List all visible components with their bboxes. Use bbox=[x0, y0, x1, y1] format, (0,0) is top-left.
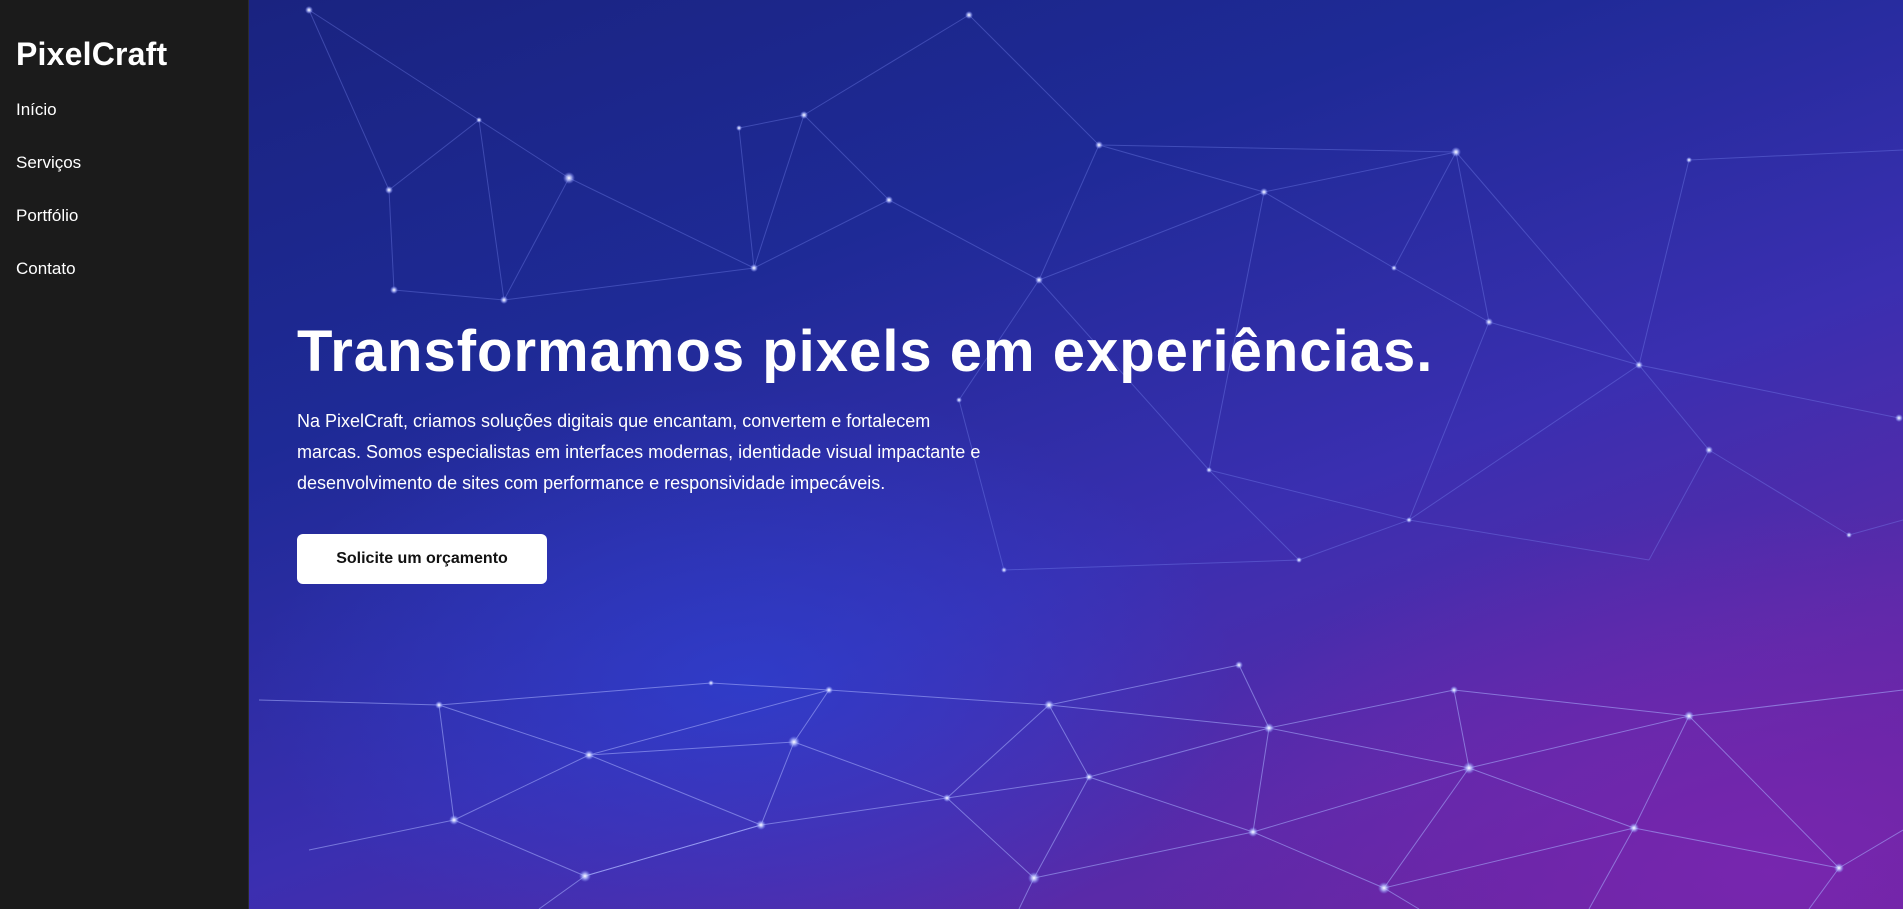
hero-content: Transformamos pixels em experiências. Na… bbox=[297, 318, 1697, 584]
request-quote-button[interactable]: Solicite um orçamento bbox=[297, 534, 547, 584]
nav-link-portfolio[interactable]: Portfólio bbox=[16, 205, 78, 227]
nav-link-inicio[interactable]: Início bbox=[16, 99, 57, 121]
nav-item-contato: Contato bbox=[16, 258, 248, 311]
nav-item-inicio: Início bbox=[16, 99, 248, 152]
nav-link-servicos[interactable]: Serviços bbox=[16, 152, 81, 174]
nav-link-contato[interactable]: Contato bbox=[16, 258, 76, 280]
hero-section: Transformamos pixels em experiências. Na… bbox=[249, 0, 1903, 909]
hero-description: Na PixelCraft, criamos soluções digitais… bbox=[297, 411, 981, 493]
nav-item-servicos: Serviços bbox=[16, 152, 248, 205]
brand-logo[interactable]: PixelCraft bbox=[16, 34, 248, 74]
nav-item-portfolio: Portfólio bbox=[16, 205, 248, 258]
hero-title: Transformamos pixels em experiências. bbox=[297, 319, 1434, 384]
sidebar-nav: Início Serviços Portfólio Contato bbox=[16, 99, 248, 311]
page: PixelCraft Início Serviços Portfólio Con… bbox=[0, 0, 1903, 909]
sidebar: PixelCraft Início Serviços Portfólio Con… bbox=[0, 0, 249, 909]
